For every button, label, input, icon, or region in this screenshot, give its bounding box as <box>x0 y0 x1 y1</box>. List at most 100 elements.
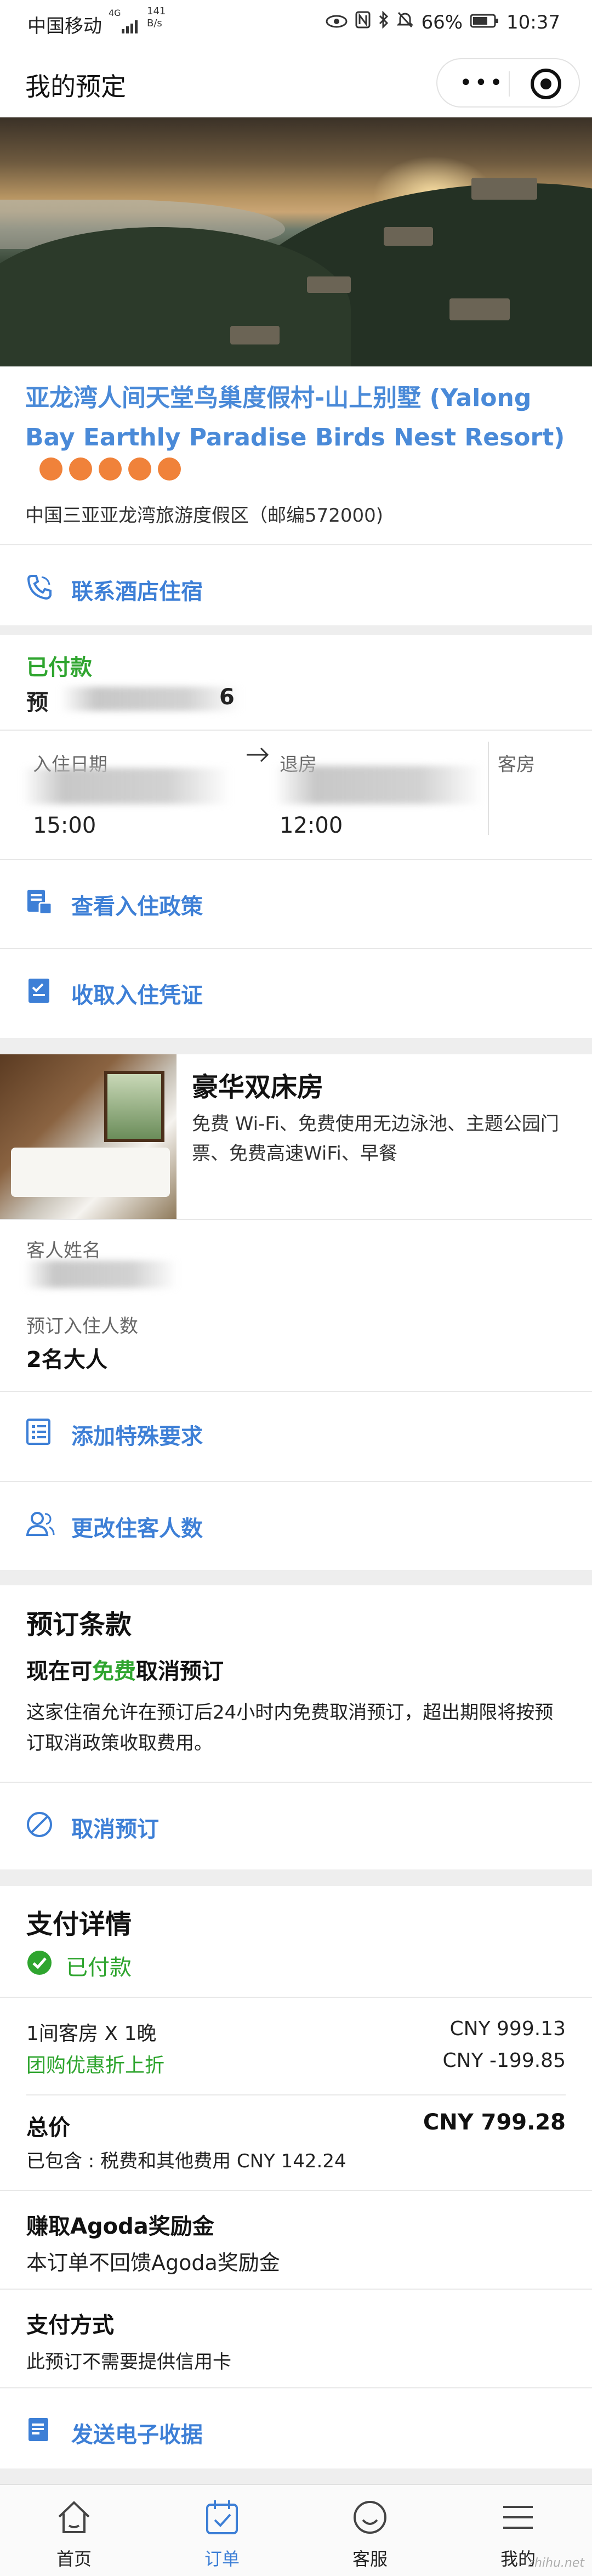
terms-subtitle: 现在可免费取消预订 <box>26 1659 224 1684</box>
status-right: 66% 10:37 <box>326 10 560 33</box>
carrier-label: 中国移动 <box>27 15 102 37</box>
room-photo[interactable] <box>0 1054 177 1219</box>
guests-icon <box>25 1510 55 1538</box>
hero-villa <box>471 178 537 200</box>
bottom-tab-bar: 首页 订单 客服 我的 zhihu.net <box>0 2484 592 2576</box>
tab-home[interactable]: 首页 <box>0 2485 148 2576</box>
payment-method-body: 此预订不需要提供信用卡 <box>26 2351 231 2373</box>
contact-hotel-row[interactable]: 联系酒店住宿 <box>0 549 592 625</box>
change-guests-row[interactable]: 更改住客人数 <box>0 1485 592 1562</box>
hero-villa <box>307 276 351 293</box>
guest-count-label: 预订入住人数 <box>26 1315 138 1337</box>
hotel-name[interactable]: 亚龙湾人间天堂鸟巢度假村-山上别墅 (Yalong Bay Earthly Pa… <box>25 379 573 457</box>
orders-icon <box>203 2498 241 2537</box>
redacted-checkin-date <box>22 768 230 804</box>
capsule-divider <box>509 71 510 97</box>
tab-home-label: 首页 <box>56 2549 92 2569</box>
booking-status: 已付款 <box>26 655 92 680</box>
signal-icon <box>122 16 141 38</box>
room-title: 豪华双床房 <box>192 1072 324 1103</box>
tab-support-label: 客服 <box>352 2549 388 2569</box>
hero-villa <box>384 227 433 246</box>
bluetooth-icon <box>378 10 389 33</box>
room-photo-window <box>104 1071 164 1142</box>
divider <box>0 2190 592 2191</box>
section-gap <box>0 1869 592 1886</box>
page-title: 我的预定 <box>25 72 126 101</box>
tab-support[interactable]: 客服 <box>296 2485 444 2576</box>
rooms-label: 客房 <box>498 754 535 776</box>
column-divider <box>488 742 489 835</box>
section-gap <box>0 2468 592 2484</box>
view-policy-label: 查看入住政策 <box>71 894 203 919</box>
hotel-photo <box>0 117 592 366</box>
discount-label: 团购优惠折上折 <box>26 2054 165 2077</box>
guest-name-label: 客人姓名 <box>26 1240 101 1262</box>
get-voucher-label: 收取入住凭证 <box>71 983 203 1008</box>
divider <box>0 1997 592 1998</box>
hero-villa <box>230 326 280 344</box>
checkout-time: 12:00 <box>280 813 343 838</box>
redacted-checkout-date <box>274 766 482 804</box>
divider <box>0 859 592 860</box>
divider <box>0 1219 592 1220</box>
reward-body: 本订单不回馈Agoda奖励金 <box>26 2251 280 2275</box>
hotel-rating <box>39 457 181 481</box>
rating-dot-icon <box>69 457 92 481</box>
send-receipt-row[interactable]: 发送电子收据 <box>0 2392 592 2468</box>
redacted-booking-number <box>60 687 241 711</box>
status-bar: 中国移动 4G 141 B/s 66% 10:37 <box>0 0 592 47</box>
guest-count: 2名大人 <box>26 1347 107 1372</box>
view-policy-row[interactable]: 查看入住政策 <box>0 863 592 940</box>
policy-doc-icon <box>25 888 54 916</box>
cancel-booking-row[interactable]: 取消预订 <box>0 1786 592 1863</box>
divider <box>0 2289 592 2290</box>
more-icon[interactable]: ••• <box>459 72 505 94</box>
total-value: CNY 799.28 <box>423 2110 566 2135</box>
terms-body: 这家住宿允许在预订后24小时内免费取消预订，超出期限将按预订取消政策收取费用。 <box>26 1702 554 1754</box>
nfc-icon <box>355 11 371 33</box>
get-voucher-row[interactable]: 收取入住凭证 <box>0 952 592 1029</box>
tax-note: 已包含 : 税费和其他费用 CNY 142.24 <box>26 2150 346 2172</box>
watermark: zhihu.net <box>528 2556 584 2570</box>
hotel-address: 中国三亚亚龙湾旅游度假区（邮编572000) <box>25 505 384 527</box>
miniprogram-capsule: ••• <box>436 58 580 108</box>
rating-dot-icon <box>39 457 62 481</box>
hero-villa <box>449 298 510 320</box>
section-gap <box>0 625 592 635</box>
divider <box>0 544 592 545</box>
signal-label: 4G <box>109 8 121 18</box>
divider <box>0 1782 592 1783</box>
tab-orders[interactable]: 订单 <box>148 2485 296 2576</box>
menu-icon <box>499 2498 537 2537</box>
cancel-booking-label: 取消预订 <box>71 1817 159 1842</box>
home-icon <box>55 2498 93 2537</box>
net-speed: 141 B/s <box>147 5 166 29</box>
payment-status: 已付款 <box>66 1955 132 1980</box>
total-label: 总价 <box>26 2115 70 2140</box>
rating-dot-icon <box>99 457 122 481</box>
special-request-label: 添加特殊要求 <box>71 1424 203 1449</box>
send-receipt-label: 发送电子收据 <box>71 2422 203 2448</box>
cancel-icon <box>25 1810 54 1839</box>
battery-icon <box>470 12 499 33</box>
payment-method-heading: 支付方式 <box>26 2313 114 2338</box>
receipt-icon <box>25 2416 54 2444</box>
mute-icon <box>396 11 414 33</box>
section-gap <box>0 1570 592 1585</box>
change-guests-label: 更改住客人数 <box>71 1516 203 1541</box>
battery-label: 66% <box>421 11 463 33</box>
contact-hotel-label: 联系酒店住宿 <box>71 579 203 605</box>
checklist-icon <box>25 1417 54 1446</box>
checkin-time: 15:00 <box>33 813 96 838</box>
room-amenities: 免费 Wi-Fi、免费使用无边泳池、主题公园门票、免费高速WiFi、早餐 <box>192 1113 559 1165</box>
page-header: 我的预定 ••• <box>0 47 592 117</box>
discount-value: CNY -199.85 <box>442 2049 566 2072</box>
divider <box>26 2094 566 2095</box>
clock-label: 10:37 <box>506 11 560 33</box>
voucher-icon <box>25 976 54 1005</box>
close-miniprogram-icon[interactable] <box>531 69 561 99</box>
special-request-row[interactable]: 添加特殊要求 <box>0 1393 592 1470</box>
divider <box>0 1391 592 1392</box>
redacted-guest-name <box>24 1261 178 1288</box>
